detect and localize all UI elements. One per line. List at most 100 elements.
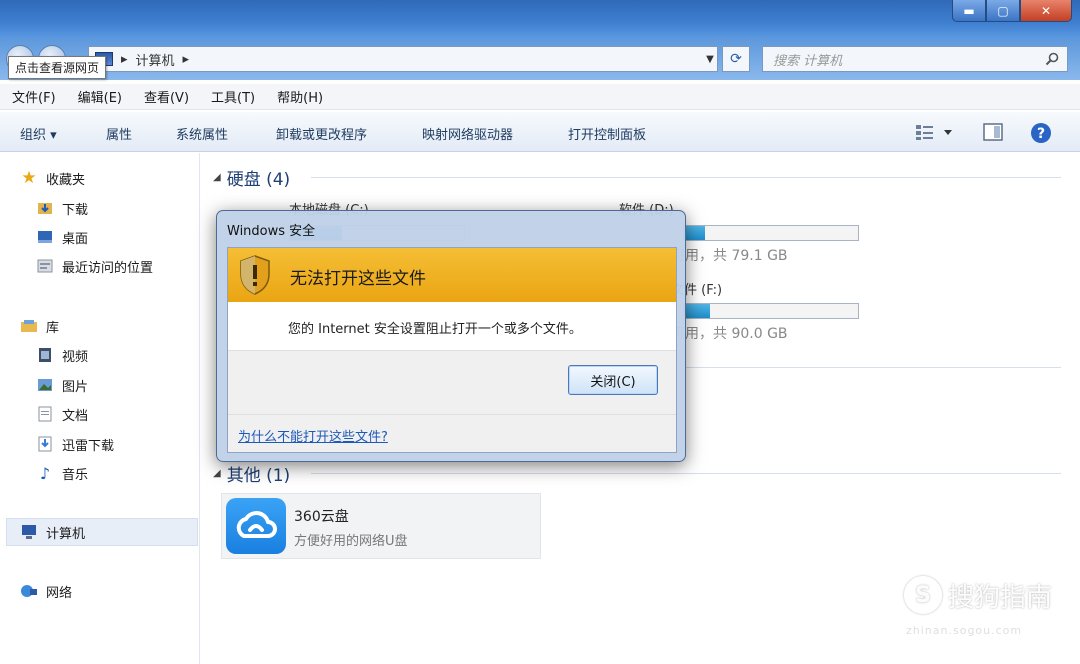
close-dialog-button[interactable]: 关闭(C)	[568, 365, 658, 395]
desktop-icon	[36, 229, 54, 245]
search-placeholder: 搜索 计算机	[773, 53, 843, 69]
sidebar-label: 迅雷下载	[62, 438, 115, 454]
sidebar-label: 图片	[62, 379, 89, 395]
sidebar-item-videos[interactable]: 视频	[36, 344, 88, 366]
watermark-url: zhinan.sogou.com	[906, 624, 1023, 637]
drive-f-fill	[684, 304, 711, 318]
drive-d-meta: 可用，共 79.1 GB	[671, 248, 788, 264]
drive-d-bar	[683, 225, 859, 241]
sidebar-label: 库	[46, 320, 60, 336]
open-control-panel-button[interactable]: 打开控制面板	[568, 124, 646, 143]
dialog-body: 无法打开这些文件 您的 Internet 安全设置阻止打开一个或多个文件。 关闭…	[227, 247, 677, 453]
menu-edit[interactable]: 编辑(E)	[72, 87, 128, 106]
maximize-button[interactable]: ▢	[986, 0, 1020, 22]
other-header-label: 其他 (1)	[226, 466, 291, 486]
sidebar-label: 音乐	[62, 467, 89, 483]
recent-places-icon	[36, 258, 54, 274]
menu-help[interactable]: 帮助(H)	[271, 87, 329, 106]
sidebar-item-favorites[interactable]: ★ 收藏夹	[20, 167, 85, 189]
group-divider	[311, 473, 1061, 474]
disks-header-label: 硬盘 (4)	[226, 170, 291, 190]
uninstall-program-button[interactable]: 卸载或更改程序	[276, 124, 367, 143]
sidebar-item-network[interactable]: 网络	[20, 580, 72, 602]
cloud-drive-tile[interactable]: 360云盘 方便好用的网络U盘	[221, 493, 541, 559]
sidebar-item-music[interactable]: ♪ 音乐	[36, 462, 88, 484]
music-icon: ♪	[39, 463, 51, 483]
sidebar-label: 桌面	[62, 231, 89, 247]
warning-banner: 无法打开这些文件	[228, 248, 676, 302]
preview-pane-icon[interactable]	[982, 122, 1004, 142]
address-dropdown-icon[interactable]: ▼	[700, 46, 720, 72]
sidebar-label: 文档	[62, 408, 89, 424]
menu-view[interactable]: 查看(V)	[138, 87, 195, 106]
group-divider	[311, 177, 1061, 178]
view-options-icon[interactable]	[914, 122, 954, 142]
help-icon[interactable]: ?	[1030, 122, 1052, 144]
sidebar-label: 计算机	[46, 526, 86, 542]
collapse-triangle-icon: ◢	[213, 468, 221, 479]
sidebar-item-library[interactable]: 库	[20, 315, 59, 337]
search-input[interactable]: 搜索 计算机	[762, 46, 1068, 72]
window-titlebar: ▬ ▢ ✕	[0, 0, 1080, 38]
star-icon: ★	[21, 168, 37, 188]
search-icon[interactable]	[1045, 52, 1059, 66]
network-icon	[20, 583, 38, 599]
sidebar-item-documents[interactable]: 文档	[36, 403, 88, 425]
navigation-pane: ★ 收藏夹 下载 桌面 最近访问的位置 库 视频 图片 文档 迅雷下载 ♪ 音乐…	[0, 153, 200, 664]
cloud-icon	[226, 498, 286, 554]
sidebar-label: 视频	[62, 349, 89, 365]
address-bar[interactable]: ▸ 计算机 ▸	[88, 46, 718, 72]
sidebar-item-pictures[interactable]: 图片	[36, 374, 88, 396]
sidebar-label: 最近访问的位置	[62, 260, 154, 276]
sidebar-item-computer[interactable]: 计算机	[20, 521, 85, 543]
video-icon	[36, 347, 54, 363]
disks-group-header[interactable]: ◢ 硬盘 (4)	[213, 165, 290, 190]
properties-button[interactable]: 属性	[106, 124, 132, 143]
close-window-button[interactable]: ✕	[1020, 0, 1072, 22]
map-network-drive-button[interactable]: 映射网络驱动器	[422, 124, 513, 143]
organize-button[interactable]: 组织 ▾	[20, 124, 57, 143]
system-properties-button[interactable]: 系统属性	[176, 124, 228, 143]
tile-description: 方便好用的网络U盘	[294, 534, 408, 549]
computer-icon	[20, 524, 38, 540]
why-cant-open-link[interactable]: 为什么不能打开这些文件?	[238, 426, 388, 445]
address-separator[interactable]: ▸	[183, 52, 190, 67]
address-path[interactable]: 计算机	[136, 50, 175, 69]
shield-warning-icon	[240, 255, 270, 295]
sogou-logo-icon: S	[904, 576, 942, 614]
dialog-heading: 无法打开这些文件	[290, 269, 426, 289]
sidebar-item-recent[interactable]: 最近访问的位置	[36, 255, 153, 277]
collapse-triangle-icon: ◢	[213, 172, 221, 183]
group-divider	[681, 367, 1061, 368]
thunder-download-icon	[36, 436, 54, 452]
drive-f-meta: 可用，共 90.0 GB	[671, 326, 788, 342]
library-icon	[20, 318, 38, 334]
dialog-message: 您的 Internet 安全设置阻止打开一个或多个文件。	[288, 322, 582, 337]
sidebar-item-downloads[interactable]: 下载	[36, 197, 88, 219]
menu-bar: 文件(F) 编辑(E) 查看(V) 工具(T) 帮助(H)	[0, 84, 1080, 110]
sogou-watermark: S 搜狗指南	[904, 576, 1052, 614]
sidebar-label: 下载	[62, 202, 89, 218]
download-folder-icon	[36, 200, 54, 216]
dialog-button-area: 关闭(C)	[228, 350, 676, 414]
menu-file[interactable]: 文件(F)	[6, 87, 62, 106]
menu-tools[interactable]: 工具(T)	[205, 87, 261, 106]
address-separator[interactable]: ▸	[121, 52, 128, 67]
other-group-header[interactable]: ◢ 其他 (1)	[213, 461, 290, 486]
tile-name: 360云盘	[294, 509, 349, 525]
drive-f-bar	[683, 303, 859, 319]
sidebar-item-thunder[interactable]: 迅雷下载	[36, 433, 114, 455]
watermark-brand: 搜狗指南	[948, 582, 1053, 613]
sidebar-label: 收藏夹	[46, 172, 86, 188]
refresh-icon[interactable]: ⟳	[722, 46, 750, 72]
security-dialog: Windows 安全 无法打开这些文件 您的 Internet 安全设置阻止打开…	[216, 210, 686, 462]
tooltip: 点击查看源网页	[8, 56, 107, 79]
sidebar-item-desktop[interactable]: 桌面	[36, 226, 88, 248]
drive-d-fill	[684, 226, 705, 240]
dialog-footer: 为什么不能打开这些文件?	[228, 414, 676, 452]
sidebar-label: 网络	[46, 585, 73, 601]
svg-text:?: ?	[1037, 126, 1045, 142]
command-bar: 组织 ▾ 属性 系统属性 卸载或更改程序 映射网络驱动器 打开控制面板 ?	[0, 112, 1080, 152]
minimize-button[interactable]: ▬	[952, 0, 986, 22]
document-icon	[36, 406, 54, 422]
